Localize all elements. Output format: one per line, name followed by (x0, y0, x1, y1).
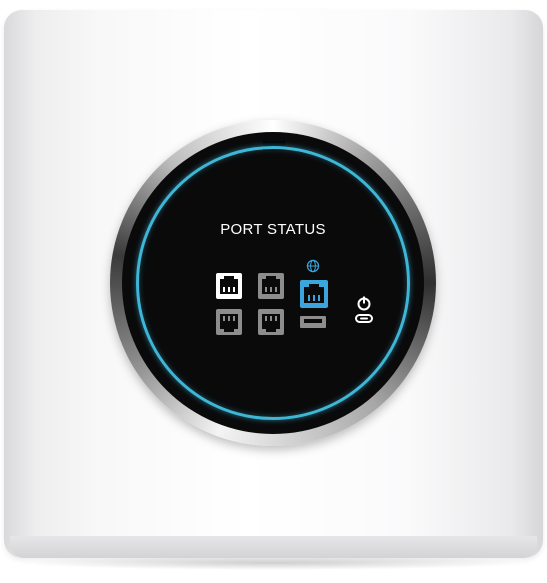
usb-port-icon (300, 315, 326, 328)
lan-port-1-icon (216, 273, 242, 299)
lan-port-3-icon (216, 309, 242, 335)
device-shadow (18, 556, 529, 570)
lan-port-2-icon (258, 273, 284, 299)
display-bezel: PORT STATUS (110, 120, 436, 446)
globe-icon (306, 259, 320, 273)
screen-title: PORT STATUS (220, 221, 326, 238)
lan-port-4-icon (258, 309, 284, 335)
power-icon (353, 295, 375, 329)
touch-display[interactable]: PORT STATUS (122, 132, 424, 434)
product-image: PORT STATUS (0, 0, 547, 583)
router-base (10, 536, 537, 558)
wan-port-icon (300, 280, 328, 308)
